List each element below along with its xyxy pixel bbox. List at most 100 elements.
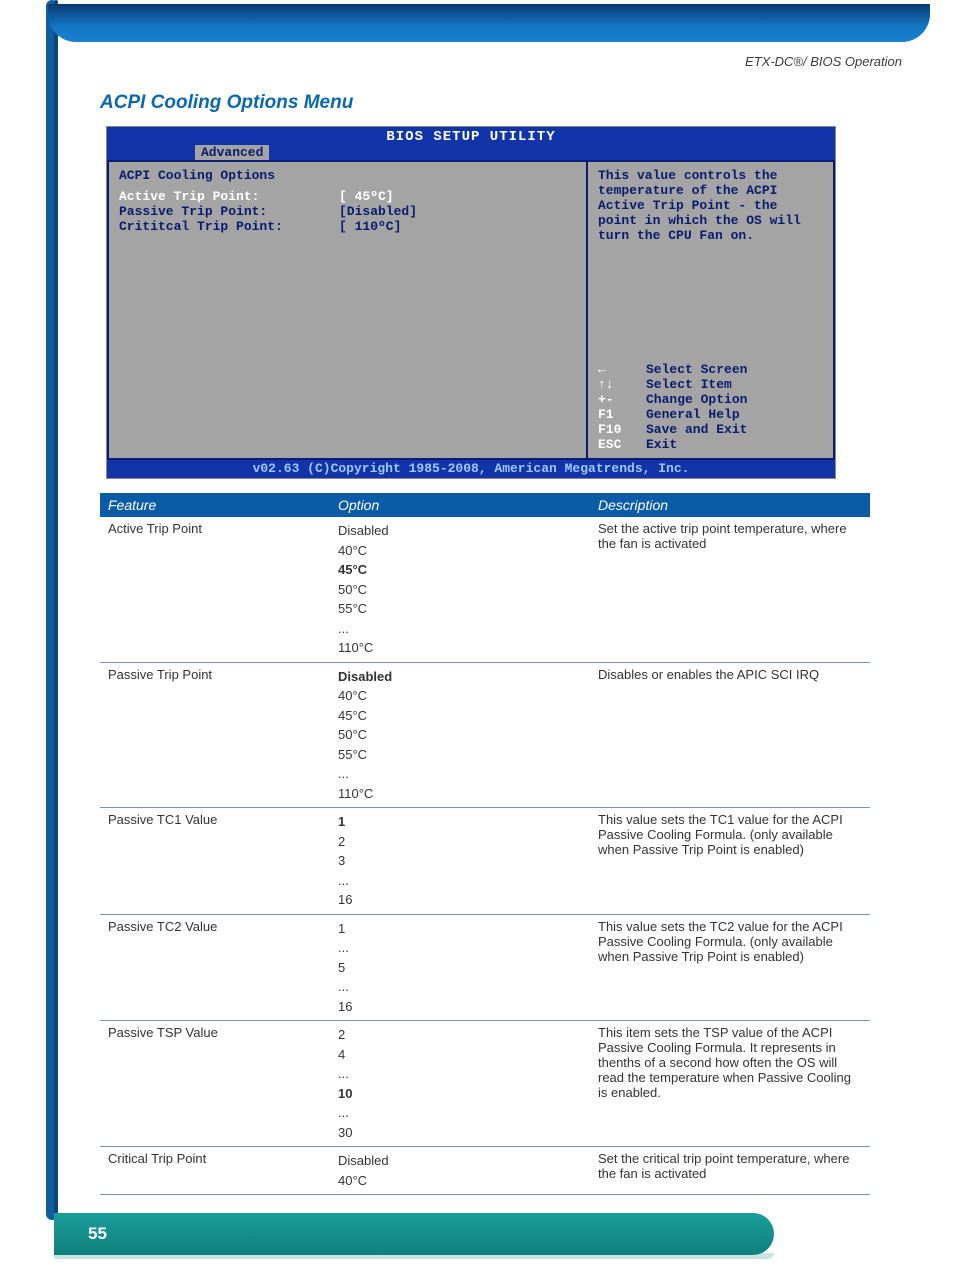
option-value: 45°C	[338, 560, 582, 580]
bios-nav-desc: Change Option	[646, 392, 747, 407]
cell-description: Set the active trip point temperature, w…	[590, 517, 870, 662]
option-value: 45°C	[338, 706, 582, 726]
option-value: ...	[338, 764, 582, 784]
bios-nav-desc: Select Item	[646, 377, 732, 392]
option-value: 16	[338, 997, 582, 1017]
option-value: Disabled	[338, 1151, 582, 1171]
feature-table: Feature Option Description Active Trip P…	[100, 493, 870, 1195]
cell-feature: Passive Trip Point	[100, 662, 330, 808]
bios-option-row[interactable]: Crititcal Trip Point:[ 110ºC]	[119, 219, 576, 234]
cell-feature: Critical Trip Point	[100, 1147, 330, 1195]
cell-feature: Passive TC1 Value	[100, 808, 330, 915]
option-value: 110°C	[338, 784, 582, 804]
cell-feature: Active Trip Point	[100, 517, 330, 662]
bios-option-label: Crititcal Trip Point:	[119, 219, 339, 234]
col-header-option: Option	[330, 493, 590, 517]
bios-left-panel: ACPI Cooling Options Active Trip Point:[…	[107, 160, 587, 460]
bios-title: BIOS SETUP UTILITY	[107, 127, 835, 145]
cell-description: This value sets the TC2 value for the AC…	[590, 914, 870, 1021]
bios-nav-desc: Select Screen	[646, 362, 747, 377]
option-value: 40°C	[338, 686, 582, 706]
cell-description: Set the critical trip point temperature,…	[590, 1147, 870, 1195]
option-value: 50°C	[338, 580, 582, 600]
bios-option-value: [ 45ºC]	[339, 189, 394, 204]
table-row: Passive TC1 Value123...16This value sets…	[100, 808, 870, 915]
bios-screenshot: BIOS SETUP UTILITY Advanced ACPI Cooling…	[106, 126, 836, 479]
bios-tab-advanced[interactable]: Advanced	[195, 145, 269, 160]
page-number: 55	[88, 1224, 107, 1244]
option-value: 2	[338, 1025, 582, 1045]
table-row: Passive TC2 Value1...5...16This value se…	[100, 914, 870, 1021]
col-header-feature: Feature	[100, 493, 330, 517]
option-value: 4	[338, 1045, 582, 1065]
bios-nav-row: ←Select Screen	[598, 362, 823, 377]
content-area: ACPI Cooling Options Menu BIOS SETUP UTI…	[100, 92, 870, 1195]
bios-nav-row: ESCExit	[598, 437, 823, 452]
bios-panel-heading: ACPI Cooling Options	[119, 168, 576, 183]
cell-feature: Passive TSP Value	[100, 1021, 330, 1147]
bios-nav-row: F10Save and Exit	[598, 422, 823, 437]
option-value: 55°C	[338, 599, 582, 619]
bios-nav-key: ESC	[598, 437, 646, 452]
bios-option-label: Passive Trip Point:	[119, 204, 339, 219]
cell-option: 1...5...16	[330, 914, 590, 1021]
option-value: 30	[338, 1123, 582, 1143]
cell-description: Disables or enables the APIC SCI IRQ	[590, 662, 870, 808]
cell-feature: Passive TC2 Value	[100, 914, 330, 1021]
option-value: 1	[338, 812, 582, 832]
bios-nav-desc: General Help	[646, 407, 740, 422]
option-value: 16	[338, 890, 582, 910]
footer-bar: 55	[54, 1213, 774, 1255]
option-value: 2	[338, 832, 582, 852]
bios-nav-key: +-	[598, 392, 646, 407]
option-value: Disabled	[338, 521, 582, 541]
cell-description: This item sets the TSP value of the ACPI…	[590, 1021, 870, 1147]
left-accent-bar-inner	[54, 0, 58, 1220]
option-value: 50°C	[338, 725, 582, 745]
bios-option-value: [ 110ºC]	[339, 219, 401, 234]
option-value: 10	[338, 1084, 582, 1104]
bios-nav-row: ↑↓Select Item	[598, 377, 823, 392]
bios-nav-desc: Exit	[646, 437, 677, 452]
cell-option: 123...16	[330, 808, 590, 915]
option-value: ...	[338, 938, 582, 958]
bios-nav-key: ↑↓	[598, 377, 646, 392]
bios-nav-key: F10	[598, 422, 646, 437]
option-value: 55°C	[338, 745, 582, 765]
table-row: Passive Trip PointDisabled40°C45°C50°C55…	[100, 662, 870, 808]
option-value: 110°C	[338, 638, 582, 658]
bios-nav-row: F1General Help	[598, 407, 823, 422]
bios-tabs: Advanced	[107, 145, 835, 160]
bios-nav-help: ←Select Screen↑↓Select Item+-Change Opti…	[598, 362, 823, 452]
table-row: Critical Trip PointDisabled40°CSet the c…	[100, 1147, 870, 1195]
option-value: ...	[338, 1103, 582, 1123]
cell-option: Disabled40°C45°C50°C55°C...110°C	[330, 517, 590, 662]
col-header-description: Description	[590, 493, 870, 517]
table-row: Active Trip PointDisabled40°C45°C50°C55°…	[100, 517, 870, 662]
doc-title: ETX-DC®/ BIOS Operation	[745, 54, 902, 69]
bios-right-panel: This value controls the temperature of t…	[587, 160, 835, 460]
bios-nav-desc: Save and Exit	[646, 422, 747, 437]
bios-option-label: Active Trip Point:	[119, 189, 339, 204]
bios-help-text: This value controls the temperature of t…	[598, 168, 823, 243]
top-banner	[48, 4, 930, 42]
cell-option: 24...10...30	[330, 1021, 590, 1147]
bios-nav-key: F1	[598, 407, 646, 422]
bios-footer: v02.63 (C)Copyright 1985-2008, American …	[107, 460, 835, 478]
table-header-row: Feature Option Description	[100, 493, 870, 517]
cell-option: Disabled40°C45°C50°C55°C...110°C	[330, 662, 590, 808]
option-value: 40°C	[338, 1171, 582, 1191]
option-value: 5	[338, 958, 582, 978]
cell-option: Disabled40°C	[330, 1147, 590, 1195]
bios-option-row[interactable]: Active Trip Point:[ 45ºC]	[119, 189, 576, 204]
option-value: ...	[338, 1064, 582, 1084]
table-row: Passive TSP Value24...10...30This item s…	[100, 1021, 870, 1147]
bios-body: ACPI Cooling Options Active Trip Point:[…	[107, 160, 835, 460]
section-title: ACPI Cooling Options Menu	[100, 92, 870, 114]
option-value: ...	[338, 619, 582, 639]
option-value: ...	[338, 977, 582, 997]
bios-option-row[interactable]: Passive Trip Point:[Disabled]	[119, 204, 576, 219]
option-value: Disabled	[338, 667, 582, 687]
option-value: 1	[338, 919, 582, 939]
page: ETX-DC®/ BIOS Operation ACPI Cooling Opt…	[0, 0, 954, 1273]
